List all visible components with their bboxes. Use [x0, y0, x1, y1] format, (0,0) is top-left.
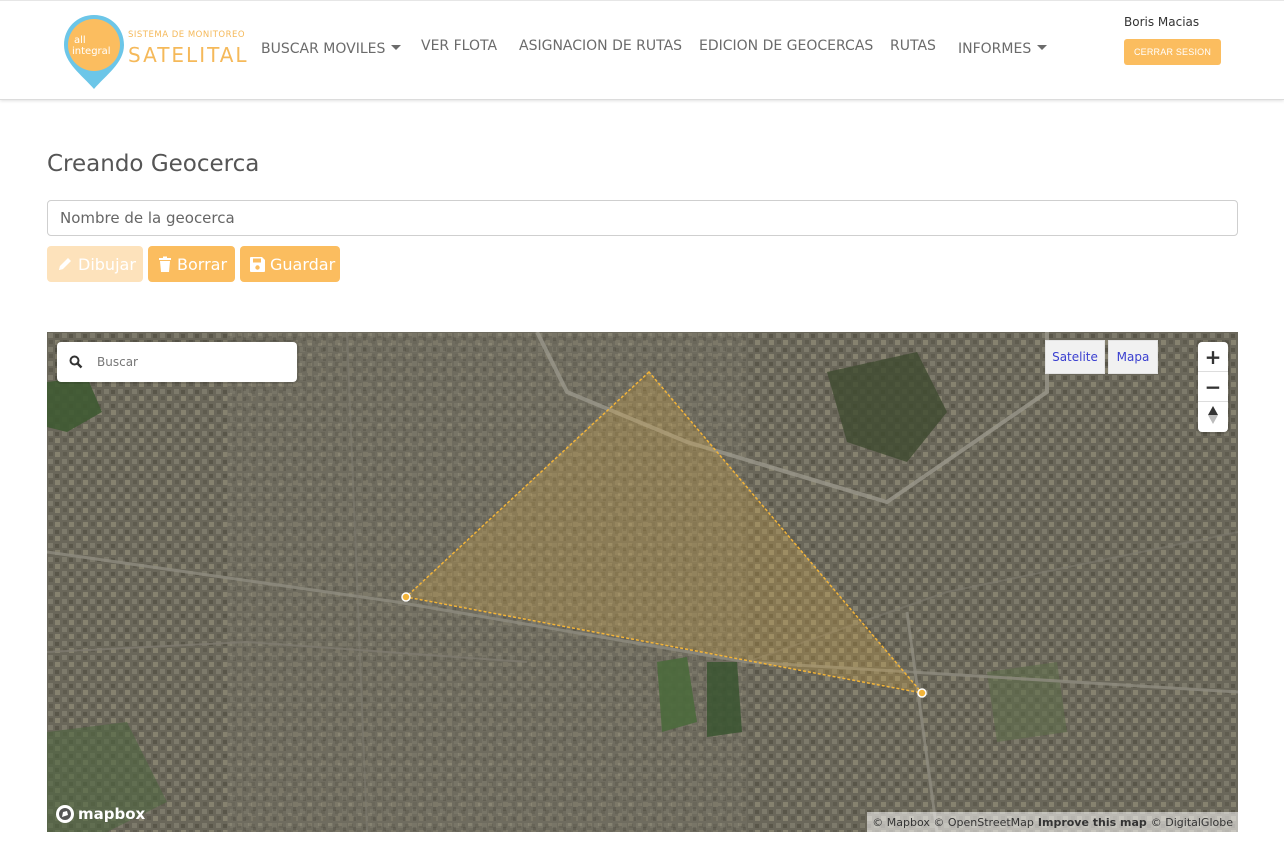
geofence-name-input[interactable]	[47, 200, 1238, 236]
caret-down-icon	[1037, 44, 1048, 50]
zoom-control: + −	[1198, 342, 1228, 432]
nav-edicion-de-geocercas[interactable]: EDICION DE GEOCERCAS	[699, 38, 873, 54]
attribution-osm-link[interactable]: © OpenStreetMap	[933, 816, 1034, 829]
zoom-in-button[interactable]: +	[1198, 342, 1228, 372]
caret-down-icon	[391, 44, 402, 50]
mapbox-icon	[55, 804, 75, 824]
geofence-vertex	[401, 592, 411, 602]
nav-buscar-moviles[interactable]: BUSCAR MOVILES	[261, 41, 402, 57]
mapbox-logo[interactable]: mapbox	[55, 804, 145, 824]
nav-label: VER FLOTA	[421, 38, 498, 54]
delete-button-label: Borrar	[177, 254, 228, 274]
map-canvas[interactable]: Satelite Mapa + − mapbox © Mapbox © Open…	[47, 332, 1238, 832]
logo-title: SATELITAL	[128, 43, 249, 67]
save-button-label: Guardar	[270, 254, 336, 274]
satellite-imagery	[47, 332, 1238, 832]
attribution-mapbox-link[interactable]: © Mapbox	[872, 816, 930, 829]
user-name: Boris Macias	[1124, 15, 1200, 29]
logo-subtitle: SISTEMA DE MONITOREO	[128, 30, 246, 40]
layer-map-button[interactable]: Mapa	[1108, 340, 1158, 374]
brand-logo[interactable]: all integral SISTEMA DE MONITOREO SATELI…	[62, 13, 247, 91]
save-button[interactable]: Guardar	[240, 246, 340, 282]
attribution-digitalglobe-link[interactable]: © DigitalGlobe	[1151, 816, 1233, 829]
logo-pin-text: integral	[72, 46, 111, 57]
mapbox-logo-text: mapbox	[78, 805, 146, 823]
layer-satellite-button[interactable]: Satelite	[1045, 340, 1105, 374]
search-icon	[69, 355, 83, 369]
map-search-box[interactable]	[57, 342, 297, 382]
compass-icon	[1207, 405, 1219, 430]
zoom-out-button[interactable]: −	[1198, 372, 1228, 402]
navbar: all integral SISTEMA DE MONITOREO SATELI…	[0, 0, 1284, 100]
nav-asignacion-de-rutas[interactable]: ASIGNACION DE RUTAS	[519, 38, 682, 54]
draw-button-label: Dibujar	[78, 254, 136, 274]
map-attribution: © Mapbox © OpenStreetMap Improve this ma…	[867, 812, 1238, 832]
nav-label: ASIGNACION DE RUTAS	[519, 38, 683, 54]
nav-informes[interactable]: INFORMES	[958, 41, 1048, 57]
logo-pin-text: all	[74, 35, 86, 46]
improve-map-link[interactable]: Improve this map	[1038, 816, 1147, 829]
geofence-vertex	[917, 688, 927, 698]
map-search-input[interactable]	[97, 355, 277, 369]
trash-icon	[158, 256, 172, 272]
nav-rutas[interactable]: RUTAS	[890, 38, 936, 54]
nav-label: BUSCAR MOVILES	[261, 41, 386, 57]
page-title: Creando Geocerca	[47, 151, 260, 177]
nav-label: INFORMES	[958, 41, 1032, 57]
logout-button[interactable]: CERRAR SESION	[1124, 39, 1221, 65]
delete-button[interactable]: Borrar	[148, 246, 235, 282]
nav-ver-flota[interactable]: VER FLOTA	[421, 38, 497, 54]
floppy-disk-icon	[250, 256, 265, 272]
nav-label: RUTAS	[890, 38, 936, 54]
draw-button[interactable]: Dibujar	[47, 246, 143, 282]
pencil-icon	[57, 256, 73, 272]
nav-label: EDICION DE GEOCERCAS	[699, 38, 874, 54]
compass-button[interactable]	[1198, 402, 1228, 432]
